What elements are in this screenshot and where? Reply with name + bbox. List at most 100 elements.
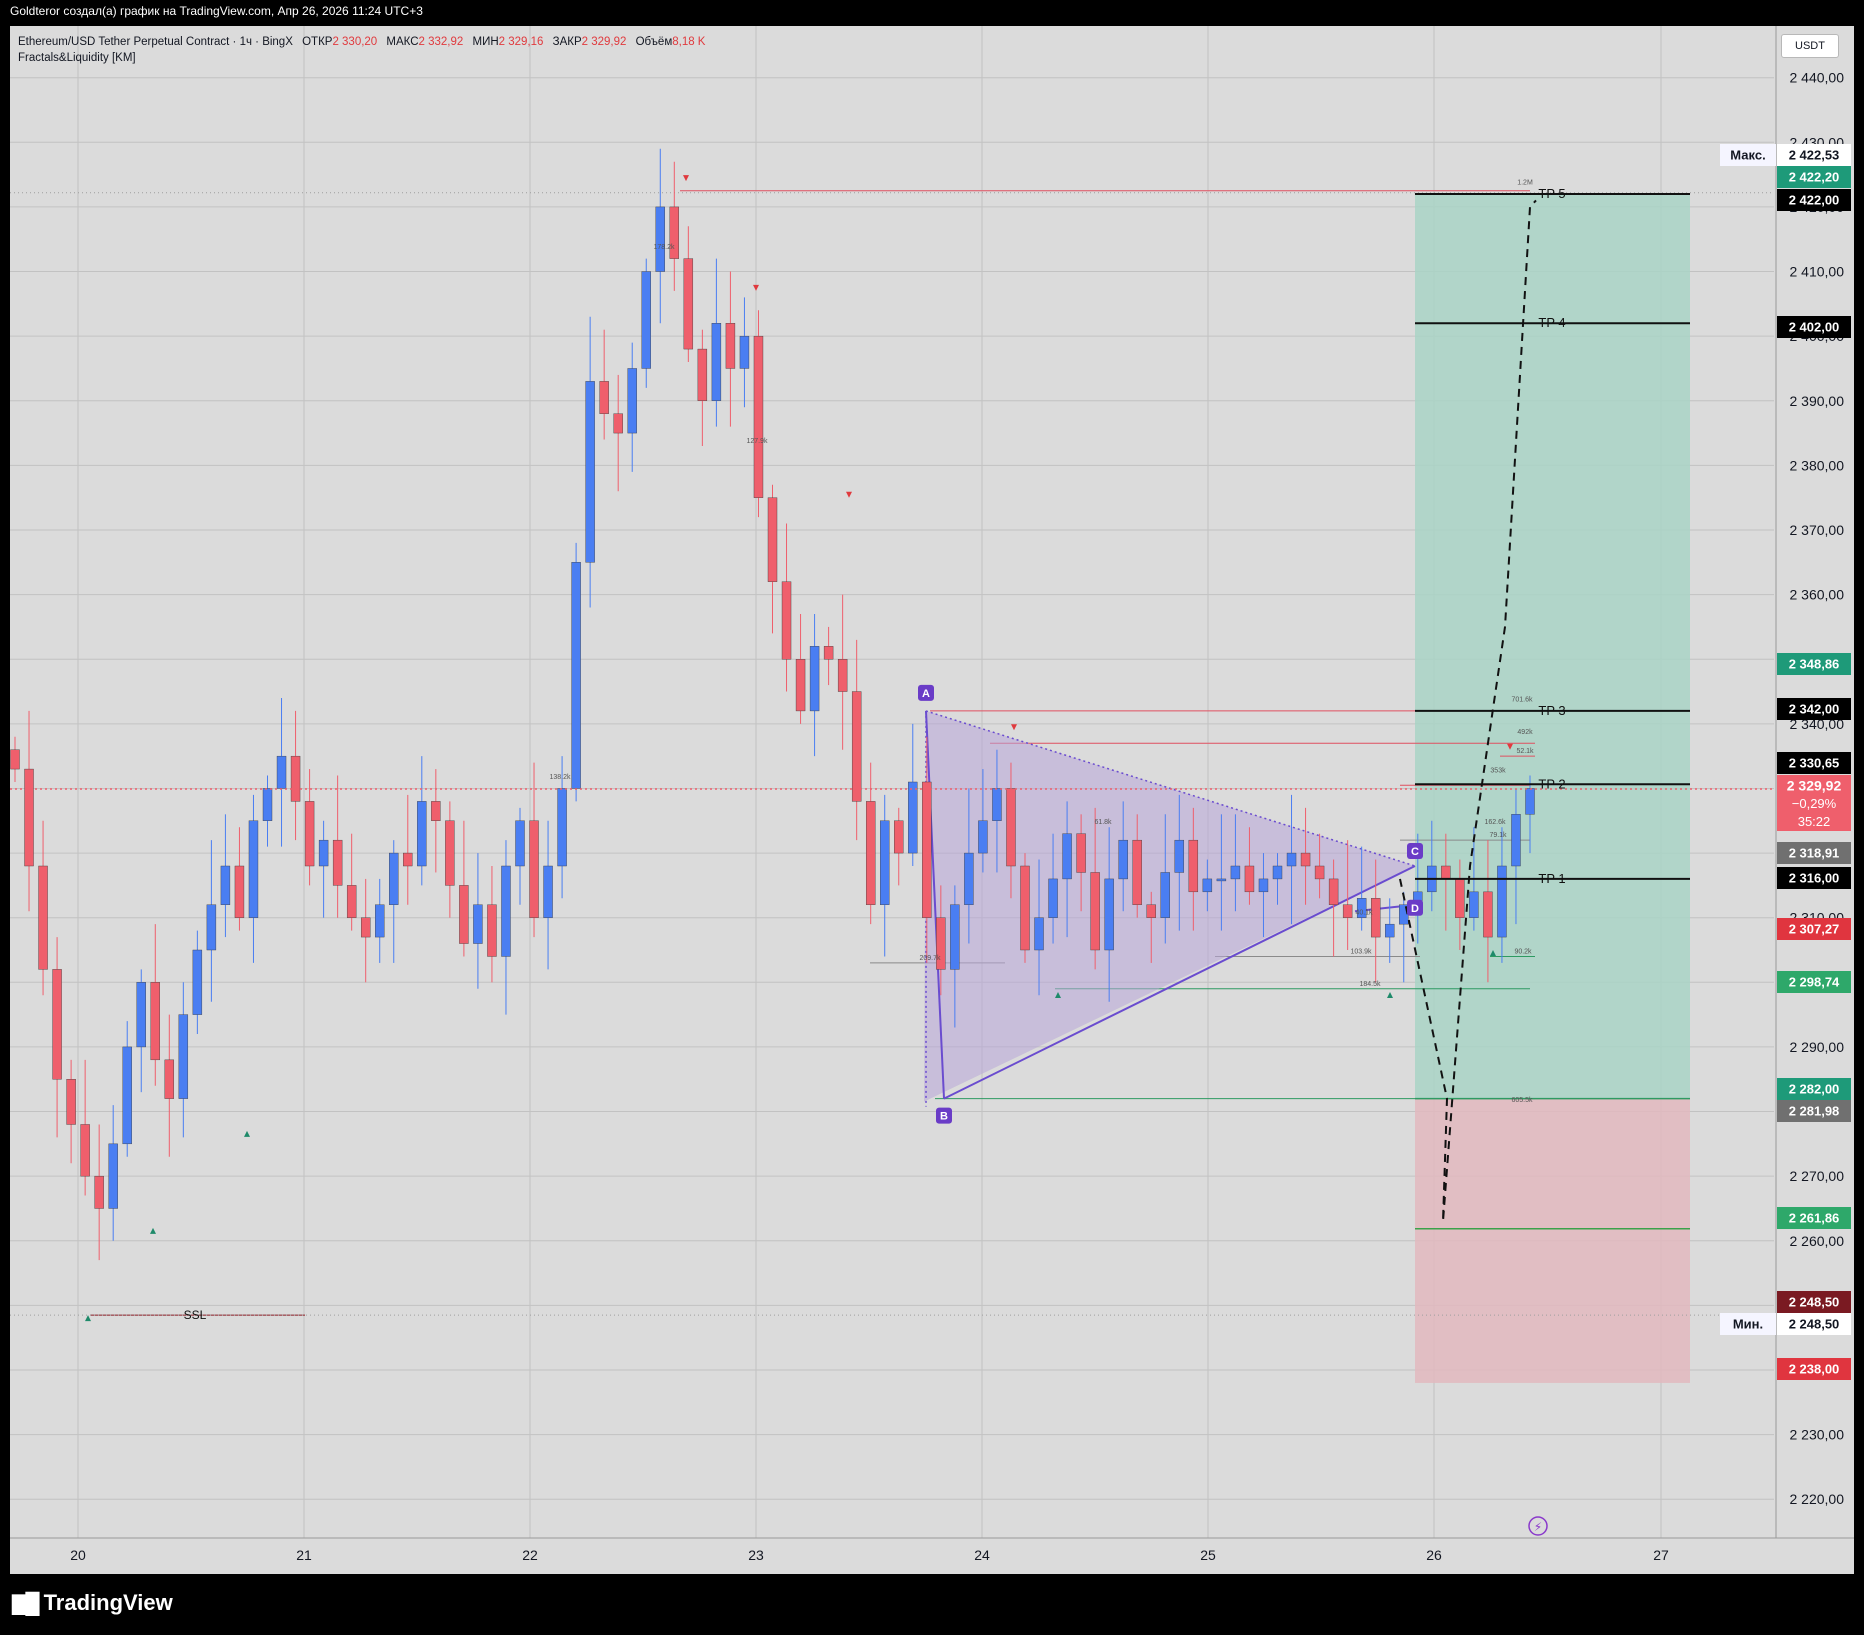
candle-body [1118, 839, 1128, 880]
fractal-high-arrow [683, 175, 689, 182]
y-tick-label: 2 410,00 [1790, 264, 1845, 280]
candle-body [220, 865, 231, 905]
y-tick-label: 2 380,00 [1790, 457, 1845, 473]
currency-button[interactable]: USDT [1781, 34, 1839, 58]
candle-body [487, 904, 497, 957]
price-axis-label: 2 316,00 [1789, 871, 1840, 886]
take-profit-label: TP 5 [1538, 186, 1565, 201]
candle-body [655, 206, 665, 272]
x-tick-label: 24 [974, 1547, 990, 1563]
candle-body [711, 323, 722, 401]
candle-body [38, 865, 48, 970]
candle-body [403, 852, 413, 867]
candle-body [1300, 852, 1311, 867]
liquidity-label: 178.2k [653, 244, 675, 251]
y-tick-label: 2 270,00 [1790, 1168, 1845, 1184]
candle-body [1174, 839, 1185, 873]
fractal-high-arrow [753, 284, 759, 291]
price-axis-label: 2 248,50 [1789, 1317, 1840, 1332]
price-axis-label: 2 281,98 [1789, 1104, 1840, 1119]
candle-body [767, 497, 778, 582]
liquidity-label: 103.9k [1350, 948, 1372, 955]
price-axis-label: 2 238,00 [1789, 1362, 1840, 1377]
candle-body [908, 781, 918, 854]
legend-high-label: МАКС [386, 36, 419, 48]
candle-body [922, 781, 932, 918]
candle-body [823, 646, 834, 660]
x-tick-label: 25 [1200, 1547, 1216, 1563]
candle-body [1216, 878, 1227, 882]
chart-canvas[interactable]: 20212223242526272 220,002 230,002 240,00… [0, 0, 1864, 1635]
candle-body [1525, 788, 1535, 815]
candle-body [1034, 917, 1044, 951]
candle-body [276, 755, 287, 789]
candle-body [781, 581, 792, 660]
candle-body [1062, 833, 1072, 880]
candle-body [543, 865, 553, 918]
candle-body [599, 381, 609, 414]
candle-body [262, 788, 273, 821]
candle-body [52, 969, 62, 1080]
y-tick-label: 2 370,00 [1790, 522, 1845, 538]
candle-body [1441, 865, 1451, 880]
liquidity-label: 605.5k [1511, 1097, 1533, 1104]
candle-body [1469, 891, 1479, 918]
y-tick-label: 2 220,00 [1790, 1491, 1845, 1507]
candle-body [1146, 904, 1156, 918]
price-axis-label: 2 422,20 [1789, 170, 1840, 185]
legend-low-value: 2 329,16 [498, 36, 544, 48]
candle-body [1258, 878, 1269, 893]
y-tick-label: 2 260,00 [1790, 1233, 1845, 1249]
y-tick-label: 2 230,00 [1790, 1427, 1845, 1443]
candle-body [739, 335, 750, 369]
candle-body [80, 1124, 90, 1177]
candle-body [1455, 878, 1465, 918]
x-tick-label: 26 [1426, 1547, 1442, 1563]
price-axis-label: 2 282,00 [1789, 1082, 1840, 1097]
fractal-low-arrow [1387, 992, 1393, 998]
candle-body [1048, 878, 1058, 918]
candle-body [585, 381, 595, 563]
price-axis-label: 2 298,74 [1789, 975, 1840, 990]
candle-body [10, 749, 20, 770]
candle-body [809, 646, 820, 712]
candle-body [431, 801, 441, 821]
tradingview-logo[interactable]: ▇█ TradingView [12, 1590, 173, 1616]
candle-body [389, 852, 399, 905]
candle-body [529, 820, 539, 918]
tradingview-logo-text: TradingView [43, 1590, 173, 1615]
candle-body [459, 885, 469, 944]
candle-body [1202, 878, 1213, 893]
price-axis-tag-label: Мин. [1733, 1317, 1763, 1332]
candle-body [1076, 833, 1086, 873]
candle-body [206, 904, 217, 951]
price-axis-label: 2 402,00 [1789, 320, 1840, 335]
candle-body [1370, 898, 1381, 938]
candle-body [753, 335, 764, 498]
pattern-point-label: D [1411, 903, 1419, 915]
price-axis-label: 2 422,00 [1789, 193, 1840, 208]
liquidity-label: SSL [184, 1308, 207, 1322]
take-profit-label: TP 2 [1538, 776, 1565, 791]
legend-indicator[interactable]: Fractals&Liquidity [KM] [18, 50, 705, 66]
candle-body [515, 820, 525, 867]
candle-body [150, 982, 160, 1061]
x-tick-label: 22 [522, 1547, 538, 1563]
liquidity-label: 184.5k [1359, 981, 1381, 988]
candle-body [1188, 839, 1199, 893]
price-axis-label: 2 261,86 [1789, 1211, 1840, 1226]
candle-body [445, 820, 455, 886]
legend-close-value: 2 329,92 [581, 36, 627, 48]
legend-symbol[interactable]: Ethereum/USD Tether Perpetual Contract ·… [18, 36, 293, 48]
current-price-value: 2 329,92 [1787, 778, 1842, 794]
x-tick-label: 21 [296, 1547, 312, 1563]
candle-body [978, 820, 988, 854]
y-tick-label: 2 290,00 [1790, 1039, 1845, 1055]
candle-body [1385, 923, 1395, 938]
fractal-high-arrow [846, 491, 852, 498]
fractal-low-arrow [85, 1315, 91, 1322]
liquidity-label: 61.8k [1094, 819, 1112, 826]
candle-body [1244, 865, 1255, 893]
liquidity-label: 701.6k [1511, 696, 1533, 703]
current-price-change: −0,29% [1792, 796, 1837, 811]
